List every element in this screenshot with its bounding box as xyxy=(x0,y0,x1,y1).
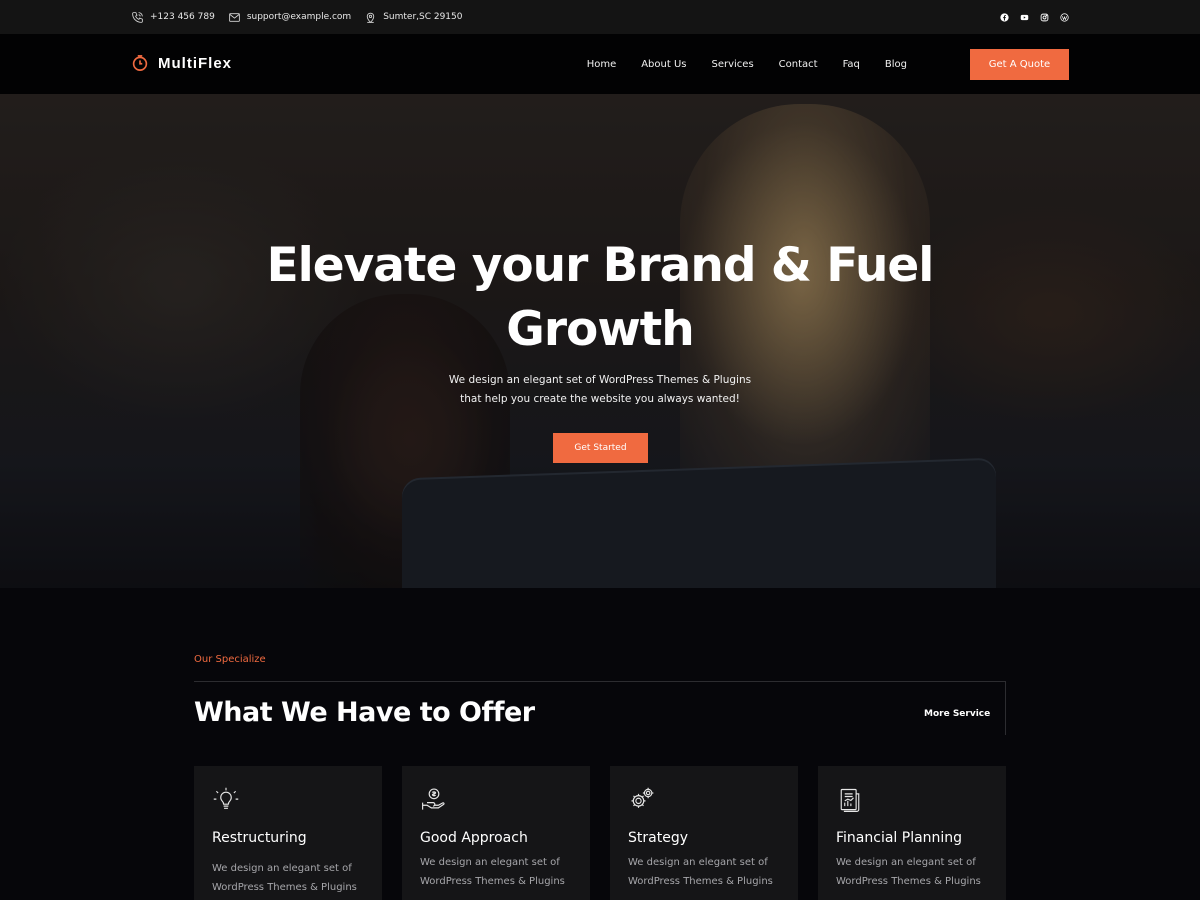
section-title: What We Have to Offer xyxy=(194,697,535,728)
section-eyebrow: Our Specialize xyxy=(194,654,266,665)
email-text: support@example.com xyxy=(246,12,352,22)
clock-logo-icon xyxy=(132,55,148,71)
top-bar: +123 456 789 support@example.com Sumter,… xyxy=(0,0,1200,34)
card-desc-line1: We design an elegant set of xyxy=(420,857,560,868)
brand-name: MultiFlex xyxy=(158,54,233,72)
phone-icon xyxy=(132,11,143,23)
wordpress-icon[interactable] xyxy=(1060,12,1069,22)
nav-about-us[interactable]: About Us xyxy=(641,59,686,70)
service-card-good-approach[interactable]: Good Approach We design an elegant set o… xyxy=(402,766,590,900)
mail-icon xyxy=(229,12,240,22)
location-icon xyxy=(367,12,375,23)
service-cards: Restructuring We design an elegant set o… xyxy=(194,766,1006,900)
main-nav: Home About Us Services Contact Faq Blog xyxy=(562,34,907,94)
get-a-quote-button[interactable]: Get A Quote xyxy=(970,49,1069,80)
contact-info: +123 456 789 support@example.com Sumter,… xyxy=(131,0,465,34)
gears-icon xyxy=(631,787,654,808)
phone-text: +123 456 789 xyxy=(150,12,215,22)
service-card-restructuring[interactable]: Restructuring We design an elegant set o… xyxy=(194,766,382,900)
lightbulb-icon xyxy=(213,787,239,809)
card-desc-line1: We design an elegant set of xyxy=(628,857,768,868)
card-title: Restructuring xyxy=(212,830,307,846)
main-header: MultiFlex Home About Us Services Contact… xyxy=(0,34,1200,94)
card-description: We design an elegant set of WordPress Th… xyxy=(212,859,372,897)
address-text: Sumter,SC 29150 xyxy=(383,12,463,22)
card-desc-line2: WordPress Themes & Plugins xyxy=(836,876,981,887)
instagram-icon[interactable] xyxy=(1040,13,1049,22)
card-description: We design an elegant set of WordPress Th… xyxy=(628,853,788,891)
more-service-link[interactable]: More Service xyxy=(924,709,990,719)
card-desc-line1: We design an elegant set of xyxy=(212,863,352,874)
email-item[interactable]: support@example.com xyxy=(228,11,351,24)
card-desc-line2: WordPress Themes & Plugins xyxy=(420,876,565,887)
card-desc-line1: We design an elegant set of xyxy=(836,857,976,868)
nav-blog[interactable]: Blog xyxy=(885,59,907,70)
phone-item[interactable]: +123 456 789 xyxy=(131,11,215,24)
card-title: Financial Planning xyxy=(836,830,963,846)
facebook-icon[interactable] xyxy=(1000,12,1009,22)
service-card-financial-planning[interactable]: Financial Planning We design an elegant … xyxy=(818,766,1006,900)
nav-faq[interactable]: Faq xyxy=(843,59,860,70)
get-started-button[interactable]: Get Started xyxy=(553,433,648,463)
card-description: We design an elegant set of WordPress Th… xyxy=(420,853,580,891)
nav-services[interactable]: Services xyxy=(712,59,754,70)
hero-subtitle-line2: that help you create the website you alw… xyxy=(460,393,740,405)
youtube-icon[interactable] xyxy=(1020,13,1029,22)
address-item: Sumter,SC 29150 xyxy=(364,11,463,24)
money-hand-icon xyxy=(422,788,445,810)
hero-title-line1: Elevate your Brand & Fuel xyxy=(266,238,935,293)
brand-logo[interactable]: MultiFlex xyxy=(131,54,232,72)
hero-title: Elevate your Brand & Fuel Growth xyxy=(0,234,1200,362)
card-desc-line2: WordPress Themes & Plugins xyxy=(212,882,357,893)
hero-subtitle: We design an elegant set of WordPress Th… xyxy=(0,371,1200,409)
hero-section: Elevate your Brand & Fuel Growth We desi… xyxy=(0,94,1200,588)
report-icon xyxy=(840,788,860,812)
card-title: Strategy xyxy=(628,830,688,846)
nav-home[interactable]: Home xyxy=(587,59,617,70)
service-card-strategy[interactable]: Strategy We design an elegant set of Wor… xyxy=(610,766,798,900)
hero-title-line2: Growth xyxy=(506,302,694,357)
hero-subtitle-line1: We design an elegant set of WordPress Th… xyxy=(448,374,752,386)
social-links xyxy=(1000,0,1069,34)
card-title: Good Approach xyxy=(420,830,528,846)
card-description: We design an elegant set of WordPress Th… xyxy=(836,853,996,891)
nav-contact[interactable]: Contact xyxy=(779,59,818,70)
card-desc-line2: WordPress Themes & Plugins xyxy=(628,876,773,887)
